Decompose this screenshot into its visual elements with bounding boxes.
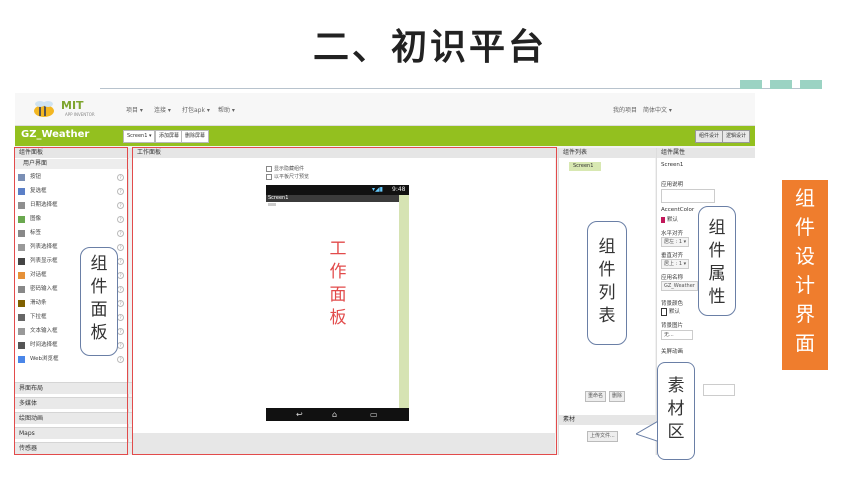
logo-text: MIT bbox=[61, 99, 84, 112]
annotation-viewer-char: 板 bbox=[329, 308, 347, 328]
title-divider bbox=[100, 88, 820, 89]
annotation-palette-char: 面 bbox=[90, 300, 108, 320]
side-label-char: 界 bbox=[795, 302, 815, 326]
upload-file-button[interactable]: 上传文件... bbox=[587, 431, 618, 442]
valign-label: 垂直对齐 bbox=[661, 253, 684, 259]
bg-color-text: 默认 bbox=[669, 309, 681, 315]
delete-button[interactable]: 删除 bbox=[609, 391, 626, 402]
halign-label: 水平对齐 bbox=[661, 231, 684, 237]
annotation-viewer: 工 作 面 板 bbox=[318, 238, 358, 338]
annotation-viewer-char: 作 bbox=[329, 262, 347, 282]
menu-project[interactable]: 项目 ▾ bbox=[126, 105, 143, 114]
bg-swatch bbox=[661, 307, 667, 316]
side-label-box: 组 件 设 计 界 面 bbox=[782, 180, 828, 370]
annotation-media-char: 素 bbox=[667, 376, 685, 396]
annotation-palette-char: 组 bbox=[90, 254, 108, 274]
annotation-palette-char: 板 bbox=[90, 323, 108, 343]
slide-title: 二、初识平台 bbox=[312, 27, 547, 68]
annotation-viewer-char: 面 bbox=[329, 285, 347, 305]
side-label-char: 组 bbox=[795, 186, 815, 210]
selected-component-name: Screen1 bbox=[661, 162, 684, 168]
bg-image-label: 背景图片 bbox=[661, 323, 684, 329]
annotation-media-char: 材 bbox=[667, 399, 685, 419]
add-screen-button[interactable]: 添加屏幕 bbox=[155, 130, 184, 143]
annotation-tree: 组 件 列 表 bbox=[587, 221, 627, 345]
app-desc-label: 应用说明 bbox=[661, 182, 684, 188]
decor-block-1 bbox=[740, 80, 762, 89]
bg-color-label: 背景颜色 bbox=[661, 301, 684, 307]
remove-screen-button[interactable]: 删除屏幕 bbox=[181, 130, 210, 143]
accent-color-label: AccentColor bbox=[661, 207, 695, 213]
my-projects-link[interactable]: 我的项目 bbox=[613, 105, 637, 114]
bee-logo-icon bbox=[34, 101, 54, 117]
project-toolbar: GZ_Weather Screen1 ▾ 添加屏幕 删除屏幕 组件设计 逻辑设计 bbox=[15, 126, 755, 146]
properties-header: 组件属性 bbox=[657, 148, 755, 158]
screen-select[interactable]: Screen1 ▾ bbox=[123, 130, 156, 143]
annotation-props-char: 性 bbox=[708, 287, 726, 307]
annotation-props-char: 属 bbox=[708, 264, 726, 284]
mit-logo[interactable]: MIT APP INVENTOR bbox=[31, 98, 101, 120]
app-name-input[interactable]: GZ_Weather bbox=[661, 281, 698, 291]
menu-help[interactable]: 帮助 ▾ bbox=[218, 105, 235, 114]
decor-block-3 bbox=[800, 80, 822, 89]
project-name: GZ_Weather bbox=[21, 129, 90, 140]
tree-node-screen1[interactable]: Screen1 bbox=[569, 162, 601, 171]
annotation-tree-char: 组 bbox=[598, 237, 616, 257]
close-anim-label: 关屏动画 bbox=[661, 349, 684, 355]
property-input[interactable] bbox=[703, 384, 735, 396]
app-name-label: 应用名称 bbox=[661, 275, 684, 281]
decor-block-2 bbox=[770, 80, 792, 89]
annotation-tree-char: 件 bbox=[598, 260, 616, 280]
annotation-palette-char: 件 bbox=[90, 277, 108, 297]
side-label-char: 计 bbox=[795, 273, 815, 297]
bg-image-input[interactable]: 无... bbox=[661, 330, 693, 340]
rename-button[interactable]: 重命名 bbox=[585, 391, 607, 402]
halign-select[interactable]: 居左 : 1 ▾ bbox=[661, 237, 690, 247]
annotation-tree-char: 列 bbox=[598, 283, 616, 303]
annotation-props-char: 件 bbox=[708, 241, 726, 261]
annotation-media: 素 材 区 bbox=[657, 362, 695, 460]
annotation-viewer-char: 工 bbox=[329, 239, 347, 259]
annotation-palette: 组 件 面 板 bbox=[80, 247, 118, 356]
tree-header: 组件列表 bbox=[559, 148, 659, 158]
logo-subtext: APP INVENTOR bbox=[65, 112, 95, 117]
annotation-props-char: 组 bbox=[708, 218, 726, 238]
accent-color-text: 默认 bbox=[667, 217, 679, 223]
menu-connect[interactable]: 连接 ▾ bbox=[154, 105, 171, 114]
bg-color-value[interactable]: 默认 bbox=[661, 307, 680, 316]
side-label-char: 面 bbox=[795, 331, 815, 355]
top-menu-bar: MIT APP INVENTOR 项目 ▾ 连接 ▾ 打包apk ▾ 帮助 ▾ … bbox=[15, 93, 755, 126]
annotation-props: 组 件 属 性 bbox=[698, 206, 736, 316]
side-label-char: 设 bbox=[795, 244, 815, 268]
language-select[interactable]: 简体中文 ▾ bbox=[643, 105, 672, 114]
side-label-char: 件 bbox=[795, 215, 815, 239]
annotation-tree-char: 表 bbox=[598, 306, 616, 326]
designer-button[interactable]: 组件设计 bbox=[695, 130, 724, 143]
valign-select[interactable]: 居上 : 1 ▾ bbox=[661, 259, 690, 269]
blocks-button[interactable]: 逻辑设计 bbox=[722, 130, 751, 143]
annotation-media-char: 区 bbox=[667, 422, 685, 442]
accent-swatch bbox=[661, 216, 665, 223]
menu-build[interactable]: 打包apk ▾ bbox=[182, 105, 210, 114]
app-desc-input[interactable] bbox=[661, 189, 715, 203]
accent-color-value[interactable]: 默认 bbox=[661, 215, 678, 223]
